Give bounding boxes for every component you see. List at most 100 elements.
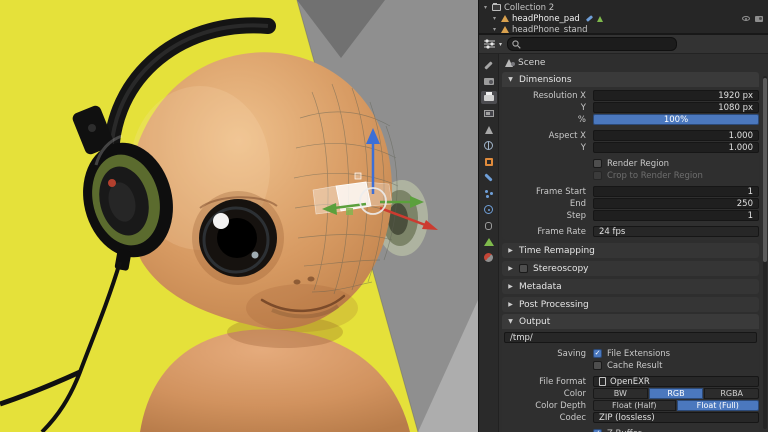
render-region-checkbox[interactable]: ✓ (593, 159, 602, 168)
properties-scrollbar[interactable] (763, 76, 767, 429)
expand-arrow-icon[interactable]: ▾ (493, 26, 501, 33)
color-mode-bw[interactable]: BW (593, 388, 648, 399)
field-label: Saving (557, 348, 586, 359)
checkbox-label: Crop to Render Region (607, 170, 703, 181)
right-panel: ▾ Collection 2 ▾ headPhone_pad ▾ headPho… (478, 0, 768, 432)
panel-title: Stereoscopy (533, 263, 589, 274)
checkbox-label: Cache Result (607, 360, 663, 371)
tab-object[interactable] (481, 155, 497, 168)
tab-view-layer[interactable] (481, 107, 497, 120)
3d-viewport[interactable] (0, 0, 478, 432)
aspect-y-field[interactable]: 1.000 (593, 142, 759, 153)
color-mode-rgb[interactable]: RGB (648, 388, 704, 399)
tab-world[interactable] (481, 139, 497, 152)
particles-icon (485, 190, 488, 193)
breadcrumb-label: Scene (518, 58, 546, 68)
panel-title: Output (519, 316, 551, 327)
frame-step-field[interactable]: 1 (593, 210, 759, 221)
field-label: File Format (539, 376, 586, 387)
outliner-row-collection[interactable]: ▾ Collection 2 (479, 2, 768, 13)
output-panel-header[interactable]: ▼ Output (502, 314, 759, 329)
modifier-badge-icon (585, 15, 593, 22)
character (127, 52, 410, 432)
object-icon (484, 157, 493, 166)
mesh-object-icon (501, 15, 509, 22)
tab-render[interactable] (481, 75, 497, 88)
tab-scene[interactable] (481, 123, 497, 136)
field-value: 1 (747, 186, 753, 197)
metadata-panel-header[interactable]: ▶ Metadata (502, 279, 759, 294)
tab-material[interactable] (481, 251, 497, 264)
outliner-item-label[interactable]: headPhone_pad (512, 14, 580, 24)
gizmo-plane-handle[interactable] (346, 208, 353, 215)
field-label: Aspect X (548, 130, 586, 141)
editor-type-button[interactable]: ▾ (483, 38, 504, 50)
field-label: Codec (559, 412, 586, 423)
breadcrumb: Scene (502, 56, 759, 70)
panel-title: Dimensions (519, 74, 572, 85)
blender-window: ▾ Collection 2 ▾ headPhone_pad ▾ headPho… (0, 0, 768, 432)
tab-constraints[interactable] (481, 219, 497, 232)
stereoscopy-checkbox[interactable]: ✓ (519, 264, 528, 273)
expand-arrow-icon: ▶ (508, 265, 513, 272)
aspect-x-field[interactable]: 1.000 (593, 130, 759, 141)
hide-in-viewport-icon[interactable] (742, 16, 750, 21)
stereoscopy-panel-header[interactable]: ▶ ✓ Stereoscopy (502, 261, 759, 276)
output-path-field[interactable]: /tmp/ (504, 332, 757, 343)
expand-arrow-icon[interactable]: ▾ (493, 15, 501, 22)
field-value: 1 (747, 210, 753, 221)
field-label: Color (563, 388, 586, 399)
dimensions-panel-header[interactable]: ▼ Dimensions (502, 72, 759, 87)
tab-particles[interactable] (481, 187, 497, 200)
crop-render-region-checkbox[interactable]: ✓ (593, 171, 602, 180)
world-icon (484, 141, 493, 150)
file-extensions-checkbox[interactable]: ✓ (593, 349, 602, 358)
tab-physics[interactable] (481, 203, 497, 216)
frame-end-field[interactable]: 250 (593, 198, 759, 209)
depth-float-half[interactable]: Float (Half) (593, 400, 676, 411)
field-label: Y (580, 142, 586, 153)
tab-tool[interactable] (481, 59, 497, 72)
panel-title: Time Remapping (519, 245, 595, 256)
tab-output[interactable] (480, 91, 497, 104)
expand-arrow-icon: ▶ (508, 301, 513, 308)
resolution-percent-slider[interactable]: 100% (593, 114, 759, 125)
scene-breadcrumb-icon (505, 59, 515, 67)
cache-result-checkbox[interactable]: ✓ (593, 361, 602, 370)
depth-float-full[interactable]: Float (Full) (676, 400, 759, 411)
cup-red-accent (108, 179, 116, 187)
outliner-row-headphone-pad[interactable]: ▾ headPhone_pad (479, 13, 768, 24)
properties-search-input[interactable] (507, 37, 677, 51)
post-processing-panel-header[interactable]: ▶ Post Processing (502, 297, 759, 312)
field-label: % (577, 114, 586, 125)
eye-highlight (213, 213, 229, 229)
frame-rate-dropdown[interactable]: 24 fps (593, 226, 759, 237)
expand-arrow-icon[interactable]: ▾ (484, 4, 492, 11)
field-value: /tmp/ (510, 332, 533, 343)
field-value: 1920 px (718, 90, 753, 101)
file-format-dropdown[interactable]: OpenEXR (593, 376, 759, 387)
constraints-icon (485, 221, 492, 230)
properties-editor-icon (484, 39, 495, 49)
field-value: 24 fps (599, 226, 626, 237)
resolution-y-field[interactable]: 1080 px (593, 102, 759, 113)
physics-icon (484, 205, 493, 214)
resolution-x-field[interactable]: 1920 px (593, 90, 759, 101)
checkbox-label: File Extensions (607, 348, 671, 359)
outliner-item-label[interactable]: headPhone_stand (512, 25, 588, 34)
object-data-icon (483, 237, 494, 246)
field-label: End (569, 198, 586, 209)
tab-modifiers[interactable] (481, 171, 497, 184)
color-mode-rgba[interactable]: RGBA (704, 388, 760, 399)
search-icon (512, 39, 521, 49)
outliner-item-label[interactable]: Collection 2 (504, 3, 554, 13)
disable-in-render-icon[interactable] (755, 15, 763, 22)
dimensions-panel-body: Resolution X 1920 px Y 1080 px % 100% As… (502, 87, 759, 240)
frame-start-field[interactable]: 1 (593, 186, 759, 197)
time-remapping-panel-header[interactable]: ▶ Time Remapping (502, 243, 759, 258)
outliner-row-headphone-stand[interactable]: ▾ headPhone_stand (479, 24, 768, 34)
tab-object-data[interactable] (481, 235, 497, 248)
checkbox-label: Z Buffer (607, 429, 641, 432)
properties-editor: ▾ Scene ▼ Dimensions Resolution X 1920 p… (479, 35, 768, 432)
codec-dropdown[interactable]: ZIP (lossless) (593, 412, 759, 423)
